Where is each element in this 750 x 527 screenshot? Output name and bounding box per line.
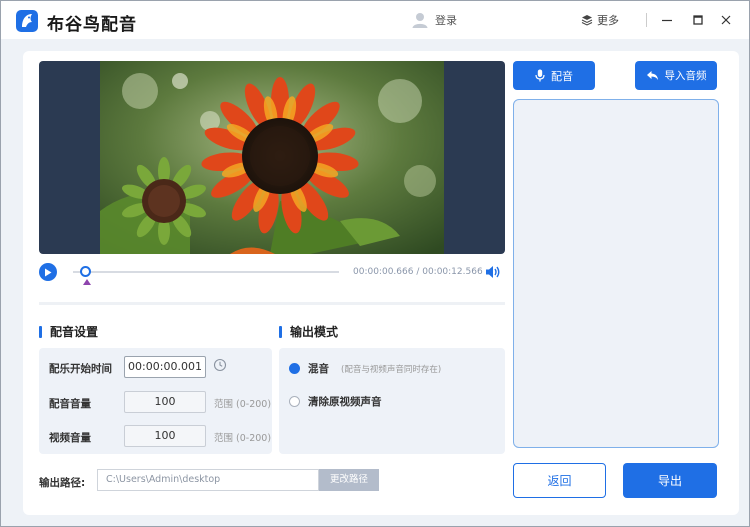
settings-panel: 配乐开始时间 00:00:00.001 配音音量 100 范围 (0-200) …: [39, 348, 272, 454]
clock-icon[interactable]: [213, 358, 227, 372]
microphone-icon: [535, 69, 545, 82]
dub-volume-field[interactable]: 100: [124, 391, 206, 413]
dub-button[interactable]: 配音: [513, 61, 595, 90]
volume-icon[interactable]: [485, 264, 501, 280]
video-preview[interactable]: [39, 61, 505, 254]
change-path-button[interactable]: 更改路径: [319, 469, 379, 491]
settings-title-text: 配音设置: [50, 325, 99, 339]
layers-icon: [581, 15, 593, 26]
close-button[interactable]: [716, 10, 736, 30]
title-separator: [646, 13, 647, 27]
import-arrow-icon: [646, 71, 658, 80]
progress-track[interactable]: [73, 271, 339, 273]
dub-button-label: 配音: [551, 69, 573, 83]
maximize-button[interactable]: [688, 10, 708, 30]
dub-volume-label: 配音音量: [49, 398, 91, 410]
app-window: 布谷鸟配音 登录 更多 00:00:00.666 / 00:00:12.566 …: [0, 0, 750, 527]
play-button[interactable]: [39, 263, 57, 281]
dub-text-area[interactable]: [513, 99, 719, 448]
output-path-label: 输出路径:: [39, 477, 86, 489]
user-avatar-icon: [412, 13, 428, 28]
radio-mix-label: 混音: [308, 363, 329, 375]
radio-remove-original-indicator[interactable]: [289, 396, 300, 407]
radio-mix-indicator[interactable]: [289, 363, 300, 374]
radio-remove-original[interactable]: 清除原视频声音: [289, 394, 382, 409]
title-accent-bar: [279, 325, 282, 338]
export-button[interactable]: 导出: [623, 463, 717, 498]
import-audio-label: 导入音频: [664, 70, 707, 82]
app-title: 布谷鸟配音: [47, 15, 137, 35]
music-start-time-field[interactable]: 00:00:00.001: [124, 356, 206, 378]
output-mode-panel: 混音 (配音与视频声音同时存在) 清除原视频声音: [279, 348, 505, 454]
video-volume-field[interactable]: 100: [124, 425, 206, 447]
start-marker[interactable]: [83, 279, 92, 285]
login-label: 登录: [435, 14, 457, 27]
app-logo-icon: [16, 10, 38, 32]
more-menu-button[interactable]: 更多: [581, 12, 619, 28]
minimize-button[interactable]: [657, 10, 677, 30]
output-path-field[interactable]: C:\Users\Admin\desktop: [97, 469, 319, 491]
minimize-icon: [662, 19, 672, 22]
radio-mix[interactable]: 混音 (配音与视频声音同时存在): [289, 361, 441, 376]
sunflower-image: [100, 61, 444, 254]
video-volume-label: 视频音量: [49, 432, 91, 444]
more-label: 更多: [597, 14, 619, 27]
section-divider: [39, 302, 505, 305]
login-button[interactable]: 登录: [411, 10, 457, 30]
main-panel: 00:00:00.666 / 00:00:12.566 配音设置 配乐开始时间 …: [23, 51, 739, 515]
maximize-icon: [693, 15, 703, 25]
music-start-label: 配乐开始时间: [49, 363, 112, 375]
title-accent-bar: [39, 325, 42, 338]
output-mode-title-text: 输出模式: [290, 325, 339, 339]
dub-volume-range: 范围 (0-200): [214, 399, 272, 410]
video-volume-range: 范围 (0-200): [214, 433, 272, 444]
play-icon: [45, 268, 52, 276]
timecode: 00:00:00.666 / 00:00:12.566: [353, 267, 483, 277]
close-icon: [721, 15, 731, 25]
title-bar: 布谷鸟配音 登录 更多: [1, 1, 749, 39]
radio-mix-hint: (配音与视频声音同时存在): [341, 364, 442, 375]
back-button[interactable]: 返回: [513, 463, 606, 498]
radio-remove-original-label: 清除原视频声音: [308, 396, 382, 408]
settings-title: 配音设置: [39, 323, 98, 340]
progress-handle[interactable]: [80, 266, 92, 277]
video-frame: [100, 61, 444, 254]
output-mode-title: 输出模式: [279, 323, 338, 340]
import-audio-button[interactable]: 导入音频: [635, 61, 717, 90]
